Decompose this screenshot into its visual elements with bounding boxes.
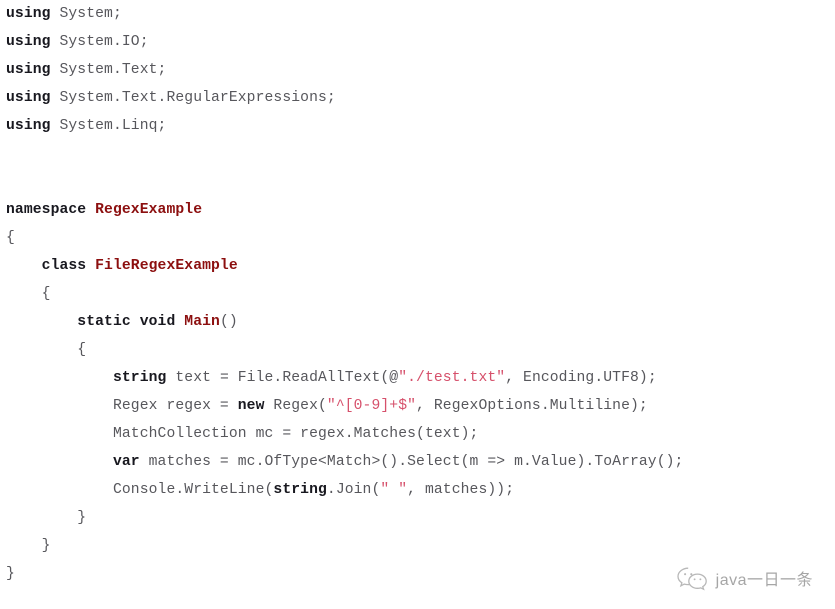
- code-token-plain: {: [6, 230, 15, 246]
- watermark-label: java一日一条: [715, 572, 813, 589]
- code-token-plain: , matches));: [407, 482, 515, 498]
- code-line: MatchCollection mc = regex.Matches(text)…: [0, 420, 835, 448]
- code-token-plain: }: [6, 510, 87, 526]
- code-token-keyword: using: [6, 90, 60, 106]
- code-token-plain: System;: [59, 6, 122, 22]
- code-line: string text = File.ReadAllText(@"./test.…: [0, 364, 835, 392]
- code-token-string: "^[0-9]+$": [326, 398, 417, 414]
- code-token-plain: text = File.ReadAllText(@: [175, 370, 399, 386]
- code-token-plain: , RegexOptions.Multiline);: [416, 398, 648, 414]
- code-token-type: RegexExample: [95, 202, 203, 218]
- code-lines-container: using System; using System.IO; using Syste…: [0, 0, 835, 588]
- code-token-keyword: class: [6, 258, 96, 274]
- code-token-keyword: var: [6, 454, 149, 470]
- code-line: {: [0, 224, 835, 252]
- code-line: }: [0, 504, 835, 532]
- code-token-plain: Regex regex =: [6, 398, 238, 414]
- code-line: var matches = mc.OfType<Match>().Select(…: [0, 448, 835, 476]
- code-token-keyword: string: [273, 482, 327, 498]
- code-token-plain: matches = mc.OfType<Match>().Select(m =>…: [148, 454, 684, 470]
- code-token-type: FileRegexExample: [95, 258, 238, 274]
- code-token-plain: Regex(: [273, 398, 327, 414]
- code-token-keyword: namespace: [6, 202, 96, 218]
- code-token-plain: {: [6, 286, 51, 302]
- code-line: class FileRegexExample: [0, 252, 835, 280]
- code-token-plain: System.Linq;: [59, 118, 167, 134]
- code-token-plain: System.IO;: [59, 34, 149, 50]
- code-line: namespace RegexExample: [0, 196, 835, 224]
- code-token-plain: System.Text;: [59, 62, 167, 78]
- code-line: using System;: [0, 0, 835, 28]
- code-token-plain: MatchCollection mc = regex.Matches(text)…: [6, 426, 479, 442]
- code-line: static void Main(): [0, 308, 835, 336]
- code-line: using System.IO;: [0, 28, 835, 56]
- code-token-keyword: using: [6, 118, 60, 134]
- code-snippet-panel: using System; using System.IO; using Syste…: [0, 0, 835, 609]
- code-token-plain: .Join(: [326, 482, 381, 498]
- code-line: using System.Linq;: [0, 112, 835, 140]
- code-token-string: "./test.txt": [398, 370, 506, 386]
- code-line: Regex regex = new Regex("^[0-9]+$", Rege…: [0, 392, 835, 420]
- code-token-keyword: static void: [6, 314, 185, 330]
- code-token-keyword: using: [6, 6, 60, 22]
- code-token-plain: Console.WriteLine(: [6, 482, 274, 498]
- code-token-type: Main: [184, 314, 220, 330]
- code-token-plain: {: [6, 342, 87, 358]
- code-token-plain: }: [6, 538, 51, 554]
- wechat-logo-icon: [675, 565, 709, 591]
- code-token-string: " ": [380, 482, 408, 498]
- code-token-keyword: string: [6, 370, 176, 386]
- code-line: Console.WriteLine(string.Join(" ", match…: [0, 476, 835, 504]
- code-token-keyword: using: [6, 62, 60, 78]
- code-token-plain: , Encoding.UTF8);: [505, 370, 657, 386]
- watermark: java一日一条: [675, 565, 813, 591]
- code-token-plain: }: [6, 566, 15, 582]
- code-token-plain: (): [219, 314, 238, 330]
- code-line: {: [0, 280, 835, 308]
- code-token-keyword: using: [6, 34, 60, 50]
- code-token-keyword: new: [237, 398, 274, 414]
- code-token-plain: System.Text.RegularExpressions;: [59, 90, 336, 106]
- code-line: }: [0, 532, 835, 560]
- code-line: using System.Text.RegularExpressions;: [0, 84, 835, 112]
- code-line: {: [0, 336, 835, 364]
- code-line: using System.Text;: [0, 56, 835, 84]
